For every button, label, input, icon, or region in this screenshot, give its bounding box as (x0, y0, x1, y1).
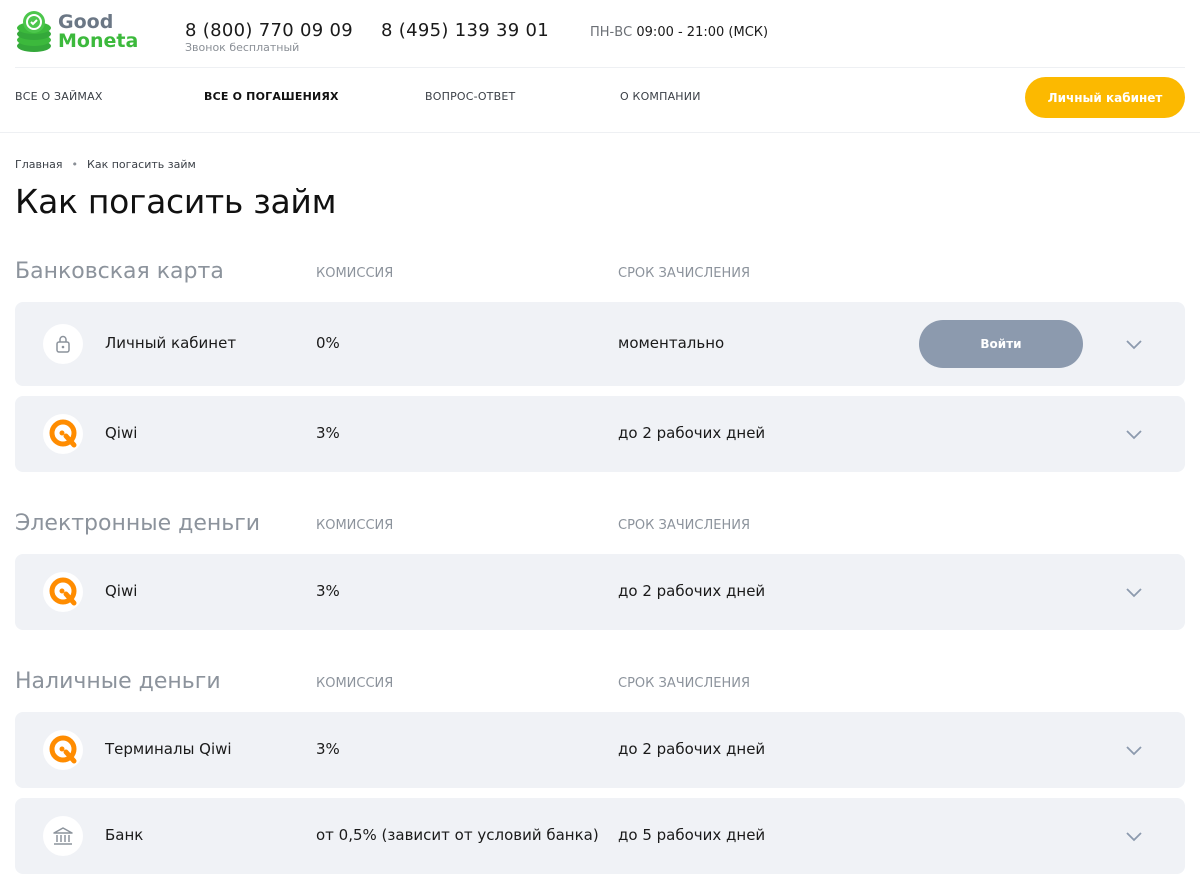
payment-row[interactable]: Терминалы Qiwi 3% до 2 рабочих дней (15, 712, 1185, 788)
method-fee: 3% (316, 424, 340, 442)
breadcrumb-current: Как погасить займ (87, 158, 196, 171)
lock-icon (43, 324, 83, 364)
chevron-down-icon[interactable] (1125, 827, 1143, 845)
chevron-down-icon[interactable] (1125, 741, 1143, 759)
method-fee: 0% (316, 334, 340, 352)
payment-row[interactable]: Qiwi 3% до 2 рабочих дней (15, 396, 1185, 472)
method-term: до 2 рабочих дней (618, 424, 766, 442)
method-term: моментально (618, 334, 725, 352)
column-header-term: СРОК ЗАЧИСЛЕНИЯ (618, 676, 750, 691)
working-hours: ПН-ВС 09:00 - 21:00 (МСК) (590, 25, 768, 40)
nav-divider (0, 132, 1200, 133)
section-title-cash: Наличные деньги (15, 669, 221, 694)
method-fee: от 0,5% (зависит от условий банка) (316, 826, 599, 844)
method-name: Личный кабинет (105, 334, 237, 352)
brand-line2: Moneta (58, 30, 139, 52)
payment-row[interactable]: Личный кабинет 0% моментально Войти (15, 302, 1185, 386)
nav-about[interactable]: О КОМПАНИИ (620, 90, 701, 103)
chevron-down-icon[interactable] (1125, 335, 1143, 353)
working-time: 09:00 - 21:00 (МСК) (636, 25, 769, 40)
login-button[interactable]: Войти (919, 320, 1083, 368)
working-days: ПН-ВС (590, 25, 633, 40)
phone-moscow[interactable]: 8 (495) 139 39 01 (381, 20, 549, 41)
phone-free-note: Звонок бесплатный (185, 41, 300, 54)
coin-stack-icon (15, 10, 53, 54)
header-divider (15, 67, 1185, 68)
method-name: Qiwi (105, 582, 138, 600)
bank-icon (43, 816, 83, 856)
brand-logo[interactable]: Good Moneta (15, 10, 138, 54)
page-title: Как погасить займ (15, 182, 337, 221)
column-header-term: СРОК ЗАЧИСЛЕНИЯ (618, 518, 750, 533)
nav-faq[interactable]: ВОПРОС-ОТВЕТ (425, 90, 515, 103)
chevron-down-icon[interactable] (1125, 583, 1143, 601)
method-fee: 3% (316, 582, 340, 600)
column-header-fee: КОМИССИЯ (316, 266, 394, 281)
chevron-down-icon[interactable] (1125, 425, 1143, 443)
personal-cabinet-button[interactable]: Личный кабинет (1025, 77, 1185, 118)
method-fee: 3% (316, 740, 340, 758)
column-header-term: СРОК ЗАЧИСЛЕНИЯ (618, 266, 750, 281)
section-title-emoney: Электронные деньги (15, 511, 261, 536)
method-name: Банк (105, 826, 144, 844)
nav-loans[interactable]: ВСЕ О ЗАЙМАХ (15, 90, 103, 103)
payment-row[interactable]: Банк от 0,5% (зависит от условий банка) … (15, 798, 1185, 874)
payment-row[interactable]: Qiwi 3% до 2 рабочих дней (15, 554, 1185, 630)
column-header-fee: КОМИССИЯ (316, 518, 394, 533)
breadcrumb-separator: • (71, 158, 79, 171)
method-term: до 5 рабочих дней (618, 826, 766, 844)
nav-repayments[interactable]: ВСЕ О ПОГАШЕНИЯХ (204, 90, 339, 103)
qiwi-icon (43, 572, 83, 612)
breadcrumb-home[interactable]: Главная (15, 158, 63, 171)
section-title-bank-card: Банковская карта (15, 259, 224, 284)
method-term: до 2 рабочих дней (618, 582, 766, 600)
qiwi-icon (43, 730, 83, 770)
method-name: Qiwi (105, 424, 138, 442)
method-name: Терминалы Qiwi (105, 740, 232, 758)
breadcrumb: Главная • Как погасить займ (15, 158, 196, 171)
column-header-fee: КОМИССИЯ (316, 676, 394, 691)
phone-free[interactable]: 8 (800) 770 09 09 (185, 20, 353, 41)
qiwi-icon (43, 414, 83, 454)
method-term: до 2 рабочих дней (618, 740, 766, 758)
